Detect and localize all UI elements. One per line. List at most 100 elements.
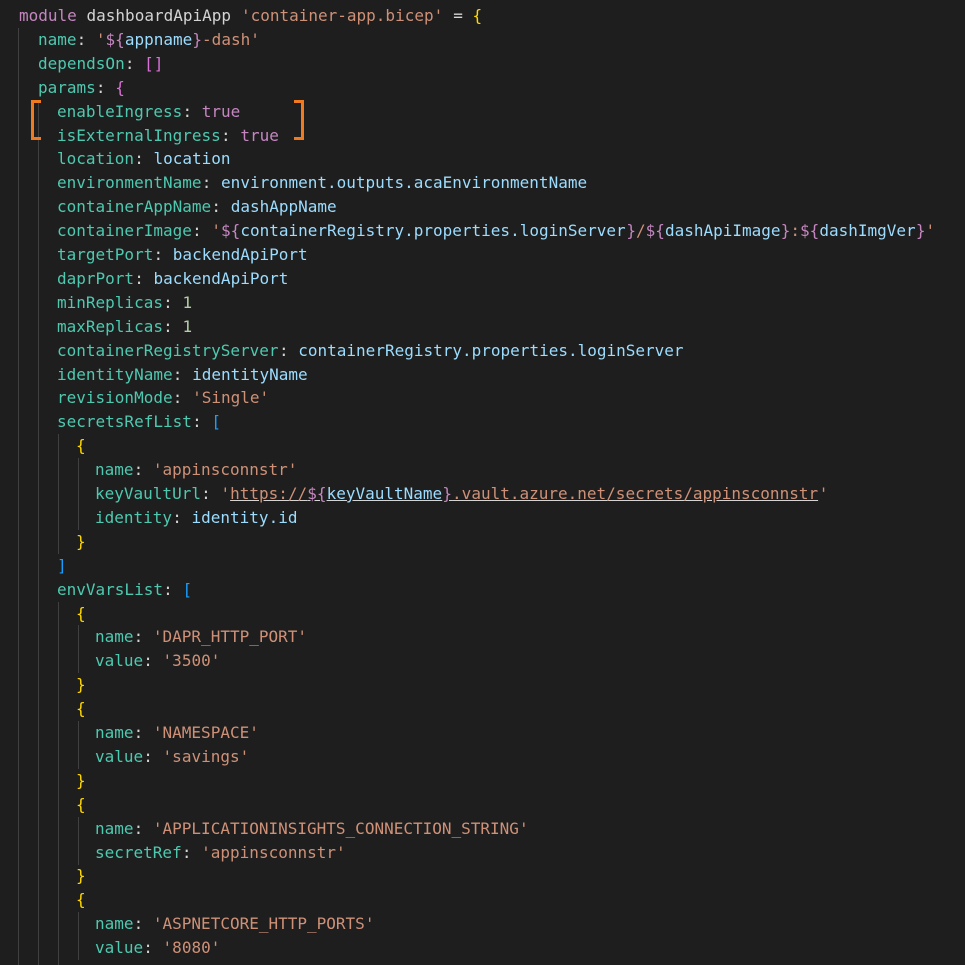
- indent-guide: [18, 744, 19, 769]
- code-line: params: {: [0, 75, 965, 100]
- indent-guide: [38, 266, 39, 291]
- code-token: true: [201, 101, 241, 121]
- indent-guide: [38, 147, 39, 172]
- indent-guide: [18, 601, 19, 626]
- code-line: }: [0, 960, 965, 965]
- code-token: identity: [95, 507, 173, 527]
- highlight-bracket-left-icon: [31, 100, 41, 140]
- indent-guide: [18, 721, 19, 745]
- indent-guide: [38, 410, 39, 435]
- code-token: location: [153, 149, 231, 169]
- code-line: maxReplicas: 1: [0, 314, 965, 339]
- indent-guide: [58, 625, 59, 650]
- indent-guide: [18, 362, 19, 387]
- indent-guide: [38, 601, 39, 626]
- code-token: secretRef: [95, 842, 182, 862]
- code-token: envVarsList: [57, 579, 163, 599]
- code-line: {: [0, 792, 965, 817]
- indent-guide: [58, 744, 59, 769]
- code-editor[interactable]: module dashboardApiApp 'container-app.bi…: [0, 0, 965, 965]
- code-token: :: [133, 460, 153, 480]
- code-line: containerRegistryServer: containerRegist…: [0, 338, 965, 363]
- indent-guide: [38, 673, 39, 698]
- indent-guide: [38, 768, 39, 793]
- code-token: https://: [230, 484, 308, 503]
- indent-guide: [38, 219, 39, 244]
- code-token: :: [172, 364, 193, 384]
- code-token: dashAppName: [230, 197, 337, 217]
- indent-guide: [58, 482, 59, 506]
- indent-guide: [18, 505, 19, 530]
- code-line: enableIngress: true: [0, 99, 965, 124]
- code-line: secretRef: 'appinsconnstr': [0, 840, 965, 865]
- code-token: minReplicas: [57, 292, 163, 312]
- indent-guide: [78, 840, 79, 865]
- code-token: }: [915, 221, 926, 241]
- code-token: module: [19, 6, 77, 25]
- indent-guide: [38, 386, 39, 411]
- code-token: secretsRefList: [57, 412, 192, 432]
- code-token: {: [76, 794, 86, 814]
- code-line: containerImage: ' ${containerRegistry.pro…: [0, 219, 965, 244]
- code-token: environmentName: [57, 173, 202, 193]
- indent-guide: [78, 458, 79, 483]
- indent-guide: [38, 577, 39, 602]
- code-token: containerRegistry.properties.loginServer: [298, 340, 684, 360]
- code-token: '3500': [162, 651, 221, 671]
- indent-guide: [38, 960, 39, 965]
- indent-guide: [38, 529, 39, 554]
- code-token: name: [38, 29, 77, 49]
- code-token: name: [95, 460, 134, 480]
- code-token: =: [443, 6, 473, 25]
- indent-guide: [58, 458, 59, 483]
- indent-guide: [78, 721, 79, 745]
- indent-guide: [58, 697, 59, 722]
- code-token: .vault.azure.net/secrets/appinsconnstr: [452, 484, 819, 503]
- code-token: :: [790, 221, 801, 241]
- code-token: appname: [124, 29, 193, 49]
- code-token: environment.outputs.acaEnvironmentName: [221, 173, 588, 193]
- code-token: ': [925, 221, 936, 241]
- code-token: targetPort: [57, 245, 154, 264]
- code-token: :: [133, 914, 153, 934]
- code-line: identityName: identityName: [0, 362, 965, 387]
- code-token: ${: [645, 221, 665, 241]
- indent-guide: [78, 625, 79, 650]
- code-token: :: [124, 53, 145, 73]
- indent-guide: [38, 290, 39, 315]
- indent-guide: [78, 936, 79, 961]
- code-token: }: [76, 675, 86, 695]
- indent-guide: [38, 816, 39, 841]
- indent-guide: [58, 673, 59, 698]
- code-token: dashImgVer: [819, 221, 916, 241]
- indent-guide: [18, 577, 19, 602]
- code-token: backendApiPort: [172, 245, 308, 264]
- code-token: identityName: [57, 364, 173, 384]
- indent-guide: [58, 960, 59, 965]
- indent-guide: [38, 912, 39, 937]
- indent-guide: [18, 434, 19, 459]
- code-token: /: [636, 221, 646, 241]
- code-line: name: 'NAMESPACE': [0, 721, 965, 745]
- code-line: envVarsList: [: [0, 577, 965, 602]
- code-line: value: '8080': [0, 936, 965, 961]
- indent-guide: [38, 553, 39, 578]
- indent-guide: [38, 888, 39, 913]
- indent-guide: [38, 625, 39, 650]
- code-token: 'APPLICATIONINSIGHTS_CONNECTION_STRING': [152, 818, 529, 838]
- code-token: maxReplicas: [57, 316, 163, 336]
- code-token: :: [133, 818, 153, 838]
- indent-guide: [38, 649, 39, 674]
- code-token: ': [95, 29, 106, 49]
- code-token: {: [76, 603, 86, 623]
- indent-guide: [58, 768, 59, 793]
- code-token: ': [220, 484, 231, 503]
- indent-guide: [18, 768, 19, 793]
- indent-guide: [18, 482, 19, 506]
- indent-guide: [18, 792, 19, 817]
- code-token: dashApiImage: [664, 221, 781, 241]
- code-line: dependsOn: []: [0, 51, 965, 76]
- code-token: }: [76, 531, 86, 551]
- indent-guide: [38, 744, 39, 769]
- code-token: name: [95, 914, 134, 934]
